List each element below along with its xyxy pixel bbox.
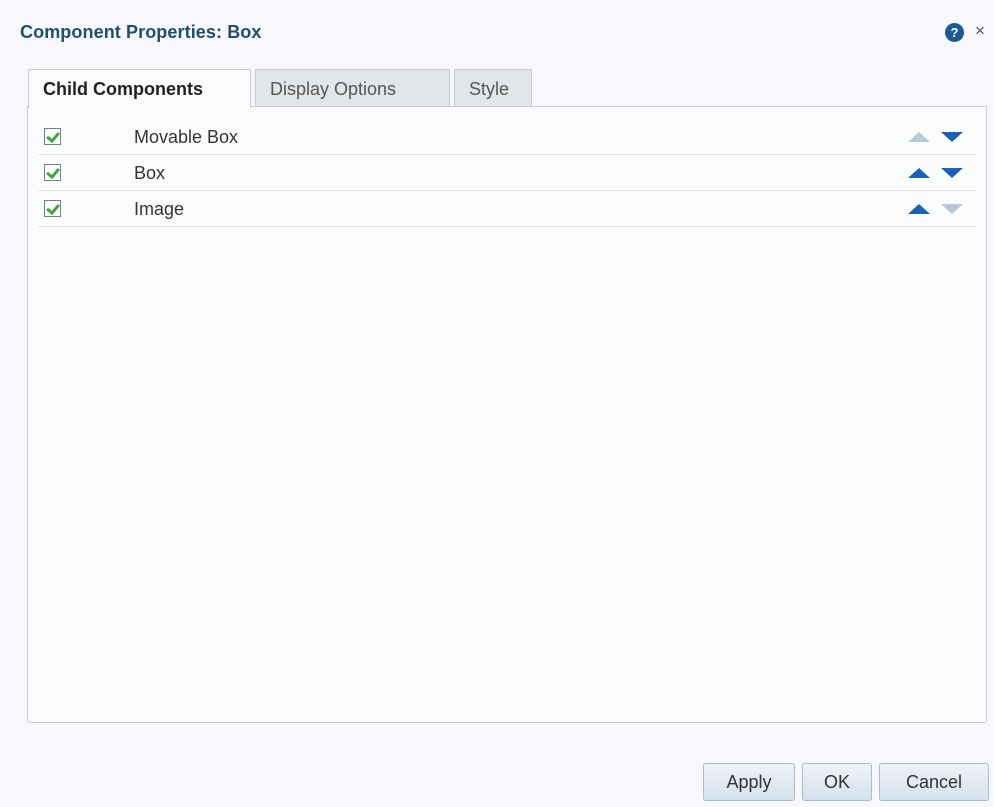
- cancel-button[interactable]: Cancel: [879, 763, 989, 801]
- list-item: Image: [38, 191, 976, 227]
- move-up-icon: [908, 132, 930, 142]
- list-item-label: Image: [134, 199, 185, 219]
- move-down-icon: [941, 204, 963, 214]
- checkbox-movable-box[interactable]: [44, 128, 61, 145]
- component-properties-dialog: Component Properties: Box ? × Child Comp…: [0, 0, 994, 807]
- tab-child-components[interactable]: Child Components: [28, 69, 251, 108]
- apply-button[interactable]: Apply: [703, 763, 795, 801]
- help-icon[interactable]: ?: [945, 23, 964, 42]
- list-item-label: Box: [134, 163, 166, 183]
- checkbox-image[interactable]: [44, 200, 61, 217]
- move-down-icon[interactable]: [941, 132, 963, 142]
- close-icon[interactable]: ×: [972, 20, 988, 42]
- checkbox-box[interactable]: [44, 164, 61, 181]
- dialog-title: Component Properties: Box: [20, 22, 262, 42]
- list-item-label: Movable Box: [134, 127, 239, 147]
- child-components-panel: Movable Box Box Image: [27, 106, 987, 723]
- ok-button[interactable]: OK: [802, 763, 872, 801]
- move-up-icon[interactable]: [908, 168, 930, 178]
- list-item: Box: [38, 155, 976, 191]
- tab-bar: Child Components Display Options Style: [28, 69, 536, 108]
- list-item: Movable Box: [38, 119, 976, 155]
- move-down-icon[interactable]: [941, 168, 963, 178]
- tab-display-options[interactable]: Display Options: [255, 69, 450, 107]
- move-up-icon[interactable]: [908, 204, 930, 214]
- tab-style[interactable]: Style: [454, 69, 532, 107]
